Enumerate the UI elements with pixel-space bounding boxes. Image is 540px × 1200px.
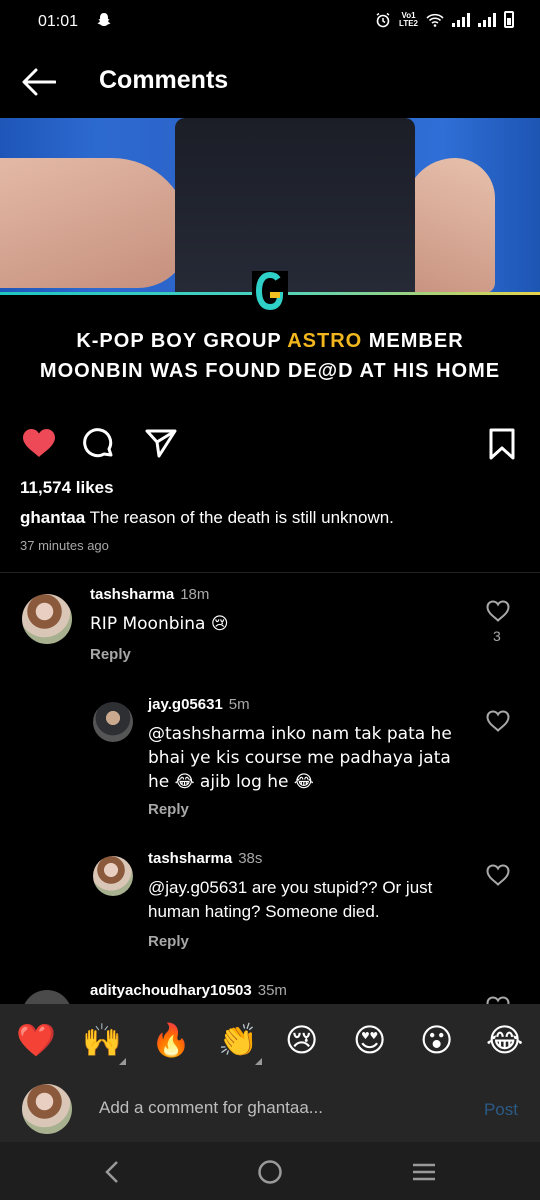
comment-text-line: bhai ye kis course me padhaya jata <box>148 748 451 768</box>
photo-shirt <box>175 118 415 293</box>
comment-username[interactable]: tashsharma <box>90 586 174 603</box>
post-photo <box>0 118 540 293</box>
wifi-icon <box>426 13 444 27</box>
status-time: 01:01 <box>38 13 79 30</box>
comment-text: @jay.g05631 are you stupid?? Or just hum… <box>148 876 432 924</box>
signal-bars-icon <box>452 12 470 27</box>
emoji-crying-button[interactable]: 😢 <box>285 1022 318 1058</box>
emoji-clap-button[interactable]: 👏 <box>218 1022 258 1058</box>
heart-outline-icon[interactable] <box>486 710 510 732</box>
comment-composer: Add a comment for ghantaa... Post <box>0 1076 540 1142</box>
post-caption: ghantaa The reason of the death is still… <box>20 508 394 528</box>
comment-text-line: @jay.g05631 are you stupid?? Or just <box>148 878 433 897</box>
reply-button[interactable]: Reply <box>148 933 189 950</box>
emoji-laughing-button[interactable]: 😂 <box>486 1022 523 1058</box>
emoji-variant-indicator <box>255 1058 262 1065</box>
bookmark-icon[interactable] <box>489 428 515 460</box>
comment-text-line: @tashsharma inko nam tak pata he <box>148 724 452 744</box>
reply-button[interactable]: Reply <box>148 801 189 818</box>
comment-input[interactable]: Add a comment for ghantaa... <box>99 1098 323 1118</box>
headline-pre: K-POP BOY GROUP <box>76 330 288 352</box>
avatar[interactable] <box>93 702 133 742</box>
comment-text: @tashsharma inko nam tak pata he bhai ye… <box>148 722 452 794</box>
comment-time: 18m <box>180 586 210 603</box>
network-type-indicator: Vo1 LTE2 <box>399 11 418 28</box>
signal-bars-2-icon <box>478 12 496 27</box>
comment-time: 38s <box>238 850 263 867</box>
network-lte-label: LTE2 <box>399 18 418 28</box>
heart-outline-icon[interactable] <box>486 864 510 886</box>
emoji-raised-hands-button[interactable]: 🙌 <box>82 1022 122 1058</box>
divider <box>0 572 540 573</box>
back-arrow-icon[interactable] <box>22 68 56 96</box>
caption-text: The reason of the death is still unknown… <box>85 508 394 527</box>
alarm-icon <box>376 12 390 27</box>
comment-username[interactable]: jay.g05631 <box>148 696 223 713</box>
post-actions <box>0 424 540 466</box>
headline-line-1: K-POP BOY GROUP ASTRO MEMBER <box>0 326 540 356</box>
share-icon[interactable] <box>145 428 177 458</box>
comment-time: 35m <box>257 982 287 999</box>
post-timestamp: 37 minutes ago <box>20 538 109 553</box>
post-image[interactable]: K-POP BOY GROUP ASTRO MEMBER MOONBIN WAS… <box>0 118 540 410</box>
avatar <box>22 1084 72 1134</box>
status-icons: Vo1 LTE2 <box>375 11 514 28</box>
emoji-surprised-button[interactable]: 😮 <box>420 1022 453 1058</box>
emoji-heart-eyes-button[interactable]: 😍 <box>353 1022 386 1058</box>
nav-back-icon[interactable] <box>104 1160 120 1184</box>
comment-username[interactable]: adityachoudhary10503 <box>90 982 252 999</box>
avatar[interactable] <box>93 856 133 896</box>
comment-like-count: 3 <box>493 628 501 644</box>
comment-text-line: he 😂 ajib log he 😂 <box>148 772 314 792</box>
comment-text: RIP Moonbina 😢 <box>90 614 229 634</box>
status-bar: 01:01 Vo1 LTE2 <box>0 0 540 44</box>
headline-post: MEMBER <box>362 330 464 352</box>
comment-header: adityachoudhary10503 35m <box>90 982 287 999</box>
headline-line-2: MOONBIN WAS FOUND DE@D AT HIS HOME <box>39 360 501 382</box>
comment-header: tashsharma 38s <box>148 850 262 867</box>
system-nav-bar <box>0 1142 540 1200</box>
nav-home-icon[interactable] <box>257 1159 283 1185</box>
emoji-reaction-bar: ❤️ 🙌 🔥 👏 😢 😍 😮 😂 <box>0 1004 540 1076</box>
comment-username[interactable]: tashsharma <box>148 850 232 867</box>
emoji-fire-button[interactable]: 🔥 <box>151 1022 191 1058</box>
photo-arm-left <box>0 158 190 288</box>
header: Comments <box>0 44 540 118</box>
battery-icon <box>504 11 514 28</box>
emoji-heart-button[interactable]: ❤️ <box>16 1022 56 1058</box>
avatar[interactable] <box>22 594 72 644</box>
comment-header: tashsharma 18m <box>90 586 209 603</box>
photo-arm-right <box>405 158 495 293</box>
comment-time: 5m <box>228 696 250 713</box>
post-headline: K-POP BOY GROUP ASTRO MEMBER MOONBIN WAS… <box>0 326 540 386</box>
snapchat-icon <box>96 12 112 33</box>
comment-icon[interactable] <box>83 428 115 460</box>
heart-outline-icon[interactable] <box>486 600 510 622</box>
caption-username[interactable]: ghantaa <box>20 508 85 527</box>
emoji-variant-indicator <box>119 1058 126 1065</box>
ghantaa-logo-icon <box>252 271 288 311</box>
heart-filled-icon[interactable] <box>22 428 56 458</box>
page-title: Comments <box>99 66 229 94</box>
comment-header: jay.g05631 5m <box>148 696 250 713</box>
headline-highlight: ASTRO <box>287 330 363 352</box>
nav-recents-icon[interactable] <box>411 1162 437 1182</box>
comment-text-line: human hating? Someone died. <box>148 902 380 921</box>
likes-count[interactable]: 11,574 likes <box>20 478 114 498</box>
post-button[interactable]: Post <box>484 1100 518 1120</box>
reply-button[interactable]: Reply <box>90 646 131 663</box>
